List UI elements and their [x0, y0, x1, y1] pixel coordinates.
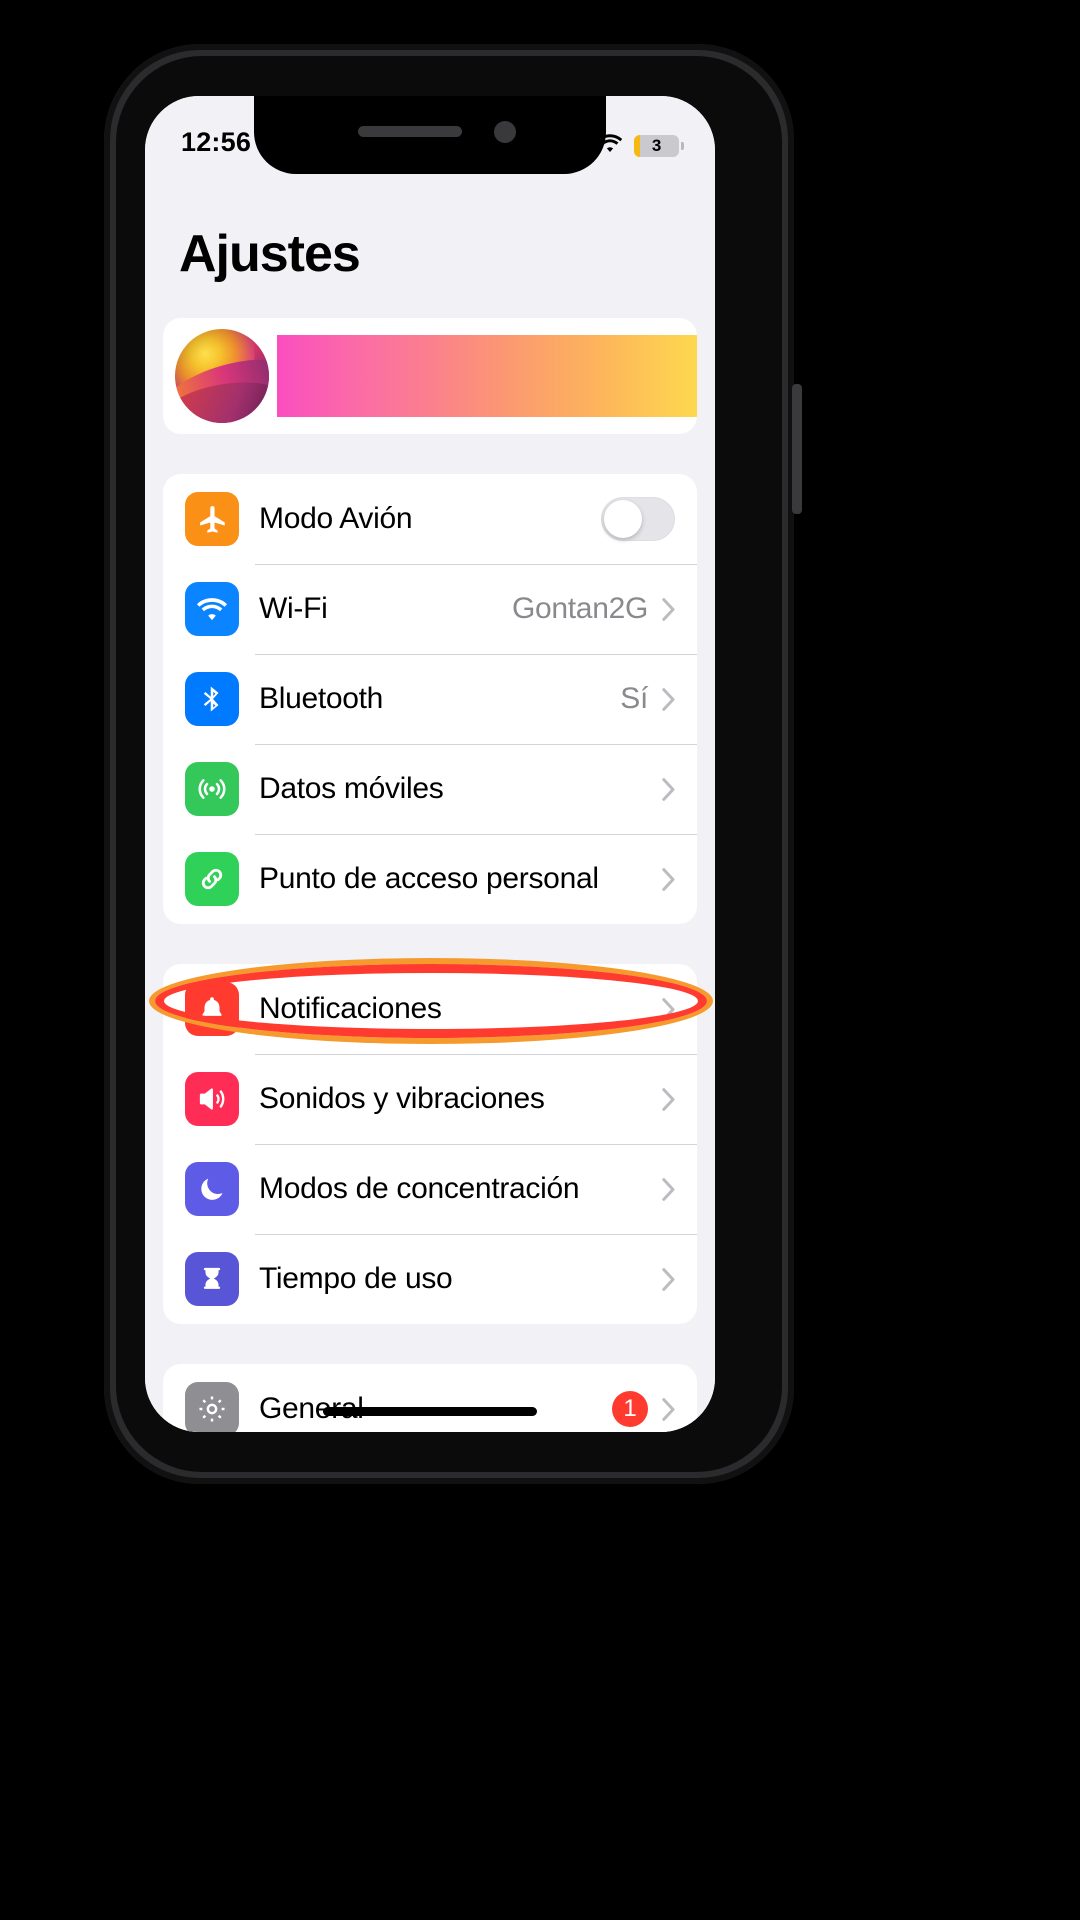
settings-group-connectivity: Modo Avión Wi-Fi Gontan2G Bluetooth Sí D…: [163, 474, 697, 924]
row-accessory: [662, 1087, 697, 1111]
bluetooth-state-value: Sí: [620, 682, 648, 715]
hourglass-icon: [185, 1252, 239, 1306]
battery-icon: 3: [634, 134, 684, 157]
home-indicator[interactable]: [323, 1407, 537, 1416]
phone-frame: 12:56 3 Ajustes Modo Avión Wi-Fi Gontan2…: [104, 44, 794, 1484]
hotspot-link-icon: [185, 852, 239, 906]
row-label: Modos de concentración: [259, 1172, 580, 1205]
page-title: Ajustes: [179, 225, 361, 283]
status-bar-clock: 12:56: [181, 127, 252, 157]
row-label: Bluetooth: [259, 682, 384, 715]
row-accessory: 1: [612, 1391, 697, 1427]
battery-level-label: 3: [651, 135, 662, 155]
row-airplane-mode[interactable]: Modo Avión: [163, 474, 697, 564]
row-cellular-data[interactable]: Datos móviles: [163, 744, 697, 834]
row-wifi[interactable]: Wi-Fi Gontan2G: [163, 564, 697, 654]
chevron-right-icon: [662, 1087, 675, 1111]
row-label: Wi-Fi: [259, 592, 328, 625]
row-accessory: [648, 777, 697, 801]
row-accessory: [662, 1177, 697, 1201]
moon-icon: [185, 1162, 239, 1216]
chevron-right-icon: [662, 687, 675, 711]
chevron-right-icon: [662, 867, 675, 891]
settings-group-alerts: Notificaciones Sonidos y vibraciones Mod…: [163, 964, 697, 1324]
wifi-icon: [185, 582, 239, 636]
apple-id-row[interactable]: [163, 318, 697, 434]
row-sounds[interactable]: Sonidos y vibraciones: [163, 1054, 697, 1144]
bluetooth-icon: [185, 672, 239, 726]
row-label: Notificaciones: [259, 992, 442, 1025]
row-bluetooth[interactable]: Bluetooth Sí: [163, 654, 697, 744]
wifi-network-value: Gontan2G: [511, 592, 648, 625]
bell-icon: [185, 982, 239, 1036]
apple-id-avatar-icon: [175, 329, 269, 423]
power-button[interactable]: [792, 384, 802, 514]
notch: [254, 96, 606, 174]
chevron-right-icon: [662, 997, 675, 1021]
apple-id-banner[interactable]: [163, 318, 697, 434]
earpiece-speaker: [358, 126, 462, 137]
phone-screen: 12:56 3 Ajustes Modo Avión Wi-Fi Gontan2…: [145, 96, 715, 1432]
row-personal-hotspot[interactable]: Punto de acceso personal: [163, 834, 697, 924]
row-general[interactable]: General 1: [163, 1364, 697, 1432]
battery-fill: [634, 134, 640, 157]
gear-icon: [185, 1382, 239, 1432]
row-accessory: Gontan2G: [512, 592, 697, 626]
row-label: Sonidos y vibraciones: [259, 1082, 545, 1115]
airplane-icon: [185, 492, 239, 546]
row-label: Modo Avión: [259, 502, 413, 535]
front-camera-icon: [494, 121, 516, 143]
row-focus[interactable]: Modos de concentración: [163, 1144, 697, 1234]
cellular-antenna-icon: [185, 762, 239, 816]
battery-tip: [681, 141, 684, 150]
settings-group-system: General 1: [163, 1364, 697, 1432]
chevron-right-icon: [662, 1267, 675, 1291]
apple-id-name-redacted: [277, 335, 697, 417]
row-accessory: [662, 1267, 697, 1291]
chevron-right-icon: [662, 1177, 675, 1201]
row-label: Punto de acceso personal: [259, 862, 599, 895]
chevron-right-icon: [662, 1397, 675, 1421]
screenshot-stage: 12:56 3 Ajustes Modo Avión Wi-Fi Gontan2…: [0, 0, 1080, 1920]
chevron-right-icon: [662, 777, 675, 801]
chevron-right-icon: [662, 597, 675, 621]
row-accessory: [601, 497, 697, 541]
row-accessory: [662, 997, 697, 1021]
airplane-mode-toggle[interactable]: [601, 497, 675, 541]
row-notifications[interactable]: Notificaciones: [163, 964, 697, 1054]
row-label: Tiempo de uso: [259, 1262, 453, 1295]
row-accessory: Sí: [620, 682, 697, 716]
row-label: Datos móviles: [259, 772, 444, 805]
row-screen-time[interactable]: Tiempo de uso: [163, 1234, 697, 1324]
settings-app: 12:56 3 Ajustes Modo Avión Wi-Fi Gontan2…: [145, 96, 715, 1432]
row-accessory: [648, 867, 697, 891]
status-badge: 1: [612, 1391, 648, 1427]
speaker-icon: [185, 1072, 239, 1126]
